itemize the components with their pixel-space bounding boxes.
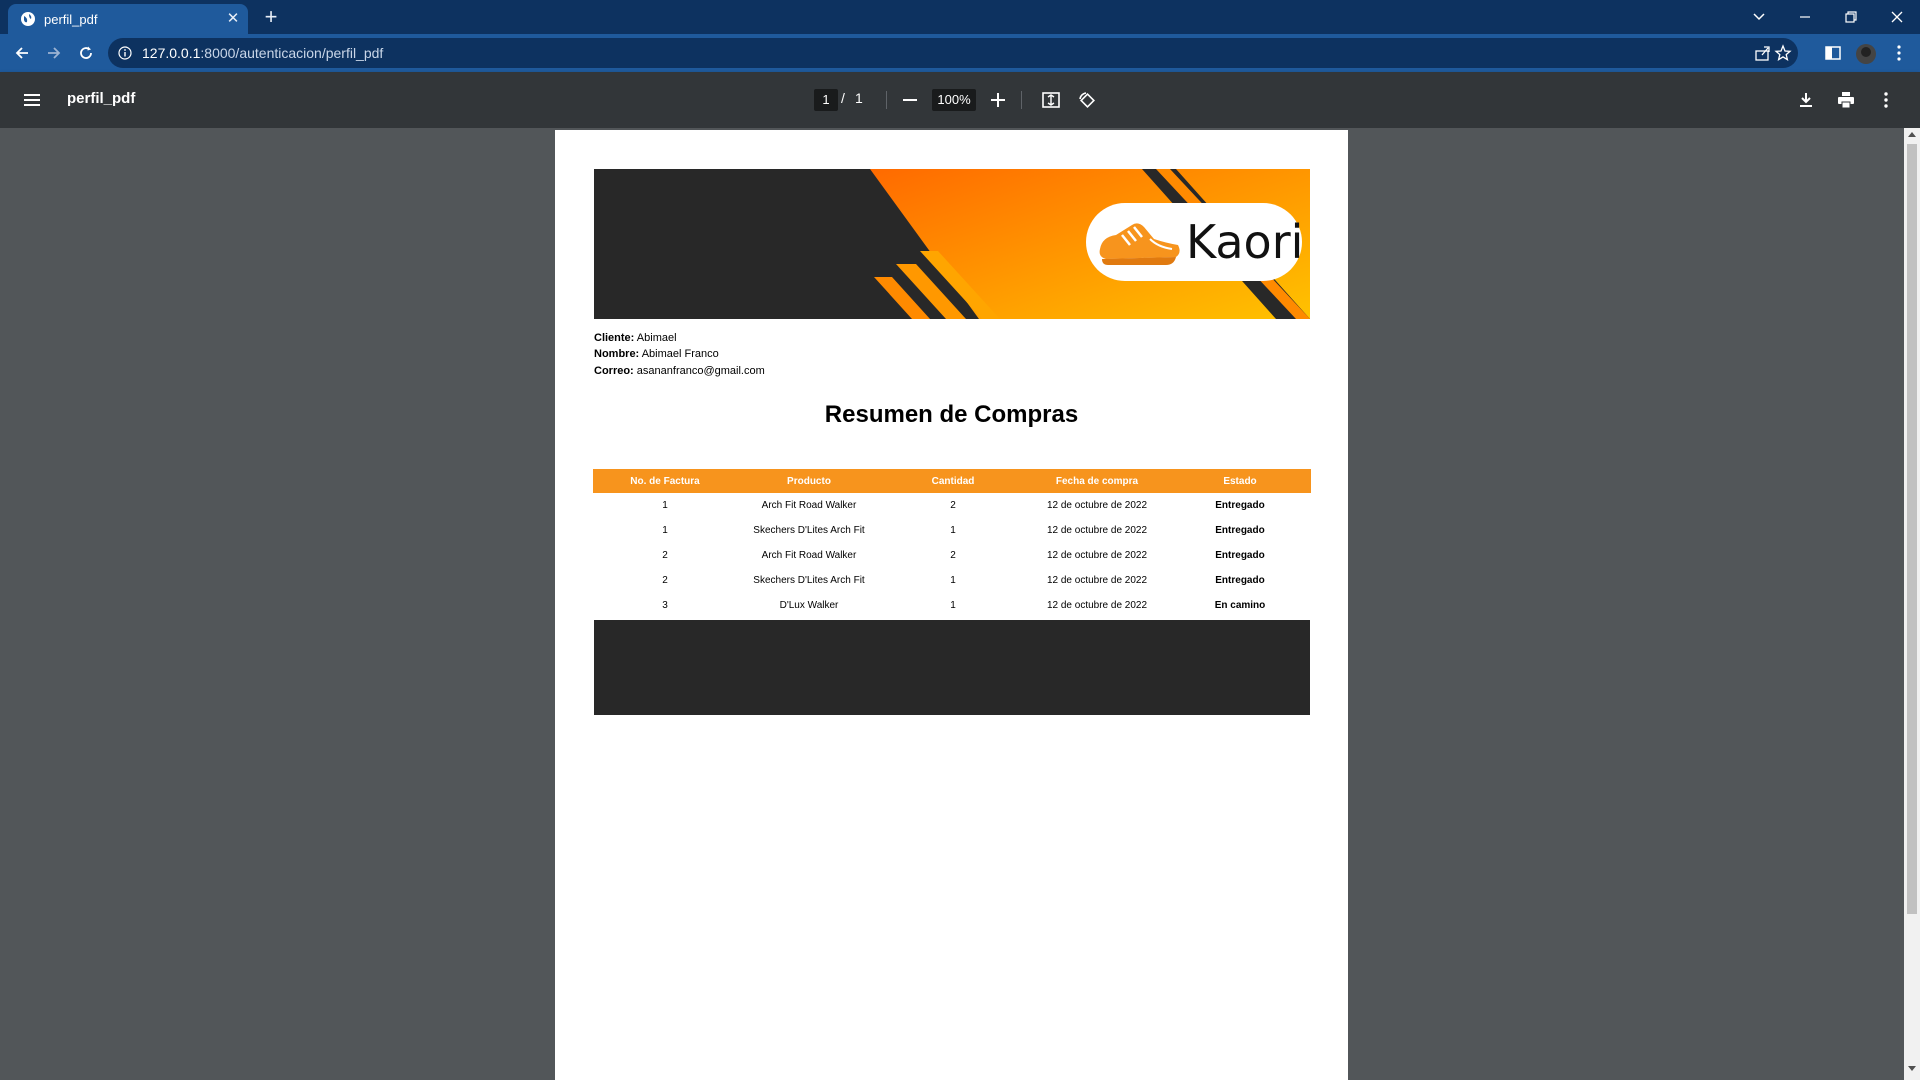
scroll-down-arrow-icon[interactable] bbox=[1908, 1066, 1916, 1071]
url-path: :8000/autenticacion/perfil_pdf bbox=[200, 45, 384, 61]
column-header: Estado bbox=[1169, 469, 1311, 493]
product-cell: Skechers D'Lites Arch Fit bbox=[753, 575, 865, 586]
client-label: Cliente: bbox=[594, 332, 635, 344]
rotate-icon[interactable] bbox=[1075, 88, 1099, 112]
side-panel-icon[interactable] bbox=[1823, 43, 1843, 63]
pdf-toolbar: perfil_pdf / 1 bbox=[0, 72, 1920, 128]
table-row: 1 Skechers D'Lites Arch Fit 1 12 de octu… bbox=[593, 518, 1311, 543]
page-total: 1 bbox=[855, 90, 863, 106]
back-arrow-icon[interactable] bbox=[10, 41, 34, 65]
bookmark-star-icon[interactable] bbox=[1774, 44, 1792, 62]
quantity-cell: 2 bbox=[950, 550, 956, 561]
status-cell: Entregado bbox=[1215, 525, 1265, 536]
zoom-in-icon[interactable] bbox=[986, 88, 1010, 112]
invoice-cell: 1 bbox=[662, 500, 668, 511]
reload-icon[interactable] bbox=[74, 41, 98, 65]
status-cell: Entregado bbox=[1215, 550, 1265, 561]
table-row: 2 Skechers D'Lites Arch Fit 1 12 de octu… bbox=[593, 568, 1311, 593]
browser-menu-icon[interactable] bbox=[1889, 43, 1909, 63]
email-line: Correo: asananfranco@gmail.com bbox=[594, 365, 765, 377]
status-cell: En camino bbox=[1214, 600, 1266, 611]
new-tab-button[interactable]: + bbox=[260, 6, 282, 29]
info-icon[interactable] bbox=[118, 46, 132, 60]
date-cell: 12 de octubre de 2022 bbox=[1046, 525, 1148, 536]
footer-banner bbox=[594, 620, 1310, 715]
minimize-icon[interactable] bbox=[1782, 4, 1828, 30]
toolbar-divider bbox=[1021, 91, 1022, 109]
page-number-input[interactable] bbox=[814, 89, 838, 111]
document-heading: Resumen de Compras bbox=[824, 401, 1079, 428]
zoom-out-icon[interactable] bbox=[898, 88, 922, 112]
hamburger-menu-icon[interactable] bbox=[22, 90, 44, 110]
client-line: Cliente: Abimael bbox=[594, 332, 677, 344]
table-header-row: No. de Factura Producto Cantidad Fecha d… bbox=[593, 469, 1311, 493]
date-cell: 12 de octubre de 2022 bbox=[1046, 575, 1148, 586]
fit-to-page-icon[interactable] bbox=[1039, 88, 1063, 112]
column-header: Cantidad bbox=[881, 469, 1025, 493]
more-options-icon[interactable] bbox=[1874, 88, 1898, 112]
quantity-cell: 1 bbox=[950, 575, 956, 586]
url-text[interactable]: 127.0.0.1:8000/autenticacion/perfil_pdf bbox=[142, 45, 383, 61]
invoice-cell: 2 bbox=[662, 550, 668, 561]
name-line: Nombre: Abimael Franco bbox=[594, 348, 719, 360]
purchases-table: No. de Factura Producto Cantidad Fecha d… bbox=[593, 469, 1311, 618]
pdf-page: Kaori Cliente: Abimael Nombre: Abimael F… bbox=[555, 130, 1348, 1080]
invoice-cell: 3 bbox=[662, 600, 668, 611]
brand-name: Kaori bbox=[1186, 215, 1304, 269]
toolbar-divider bbox=[886, 91, 887, 109]
close-tab-icon[interactable]: ✕ bbox=[224, 10, 242, 28]
quantity-cell: 2 bbox=[950, 500, 956, 511]
restore-icon[interactable] bbox=[1828, 4, 1874, 30]
page-separator: / bbox=[841, 90, 845, 106]
column-header: Producto bbox=[737, 469, 881, 493]
pdf-title: perfil_pdf bbox=[67, 90, 136, 107]
browser-titlebar: perfil_pdf ✕ + bbox=[0, 0, 1920, 34]
invoice-cell: 1 bbox=[662, 525, 668, 536]
browser-tab[interactable]: perfil_pdf ✕ bbox=[8, 4, 248, 34]
product-cell: Arch Fit Road Walker bbox=[761, 550, 857, 561]
print-icon[interactable] bbox=[1834, 88, 1858, 112]
globe-icon bbox=[20, 11, 36, 27]
name-label: Nombre: bbox=[594, 348, 640, 360]
table-row: 1 Arch Fit Road Walker 2 12 de octubre d… bbox=[593, 493, 1311, 518]
quantity-cell: 1 bbox=[950, 525, 956, 536]
scroll-up-arrow-icon[interactable] bbox=[1908, 132, 1916, 137]
table-row: 3 D'Lux Walker 1 12 de octubre de 2022 E… bbox=[593, 593, 1311, 618]
vertical-scrollbar[interactable] bbox=[1904, 128, 1920, 1080]
email-label: Correo: bbox=[594, 365, 634, 377]
date-cell: 12 de octubre de 2022 bbox=[1046, 600, 1148, 611]
table-row: 2 Arch Fit Road Walker 2 12 de octubre d… bbox=[593, 543, 1311, 568]
tab-title: perfil_pdf bbox=[44, 12, 98, 27]
product-cell: Skechers D'Lites Arch Fit bbox=[753, 525, 865, 536]
address-bar[interactable]: 127.0.0.1:8000/autenticacion/perfil_pdf bbox=[108, 38, 1798, 68]
forward-arrow-icon[interactable] bbox=[42, 41, 66, 65]
close-window-icon[interactable] bbox=[1874, 4, 1920, 30]
date-cell: 12 de octubre de 2022 bbox=[1046, 550, 1148, 561]
invoice-cell: 2 bbox=[662, 575, 668, 586]
profile-avatar-icon[interactable] bbox=[1855, 43, 1876, 64]
share-icon[interactable] bbox=[1754, 44, 1772, 62]
status-cell: Entregado bbox=[1215, 575, 1265, 586]
header-banner: Kaori bbox=[594, 169, 1310, 319]
browser-toolbar: 127.0.0.1:8000/autenticacion/perfil_pdf bbox=[0, 34, 1920, 72]
product-cell: Arch Fit Road Walker bbox=[761, 500, 857, 511]
client-value: Abimael bbox=[636, 332, 677, 344]
zoom-input[interactable] bbox=[932, 89, 976, 111]
download-icon[interactable] bbox=[1794, 88, 1818, 112]
scrollbar-thumb[interactable] bbox=[1907, 144, 1917, 914]
column-header: Fecha de compra bbox=[1025, 469, 1169, 493]
email-value: asananfranco@gmail.com bbox=[636, 365, 765, 377]
status-cell: Entregado bbox=[1215, 500, 1265, 511]
url-host: 127.0.0.1 bbox=[142, 45, 201, 61]
brand-logo: Kaori bbox=[1086, 203, 1304, 281]
quantity-cell: 1 bbox=[950, 600, 956, 611]
product-cell: D'Lux Walker bbox=[779, 600, 839, 611]
date-cell: 12 de octubre de 2022 bbox=[1046, 500, 1148, 511]
column-header: No. de Factura bbox=[593, 469, 737, 493]
tab-search-chevron-icon[interactable] bbox=[1736, 4, 1782, 30]
name-value: Abimael Franco bbox=[641, 348, 719, 360]
